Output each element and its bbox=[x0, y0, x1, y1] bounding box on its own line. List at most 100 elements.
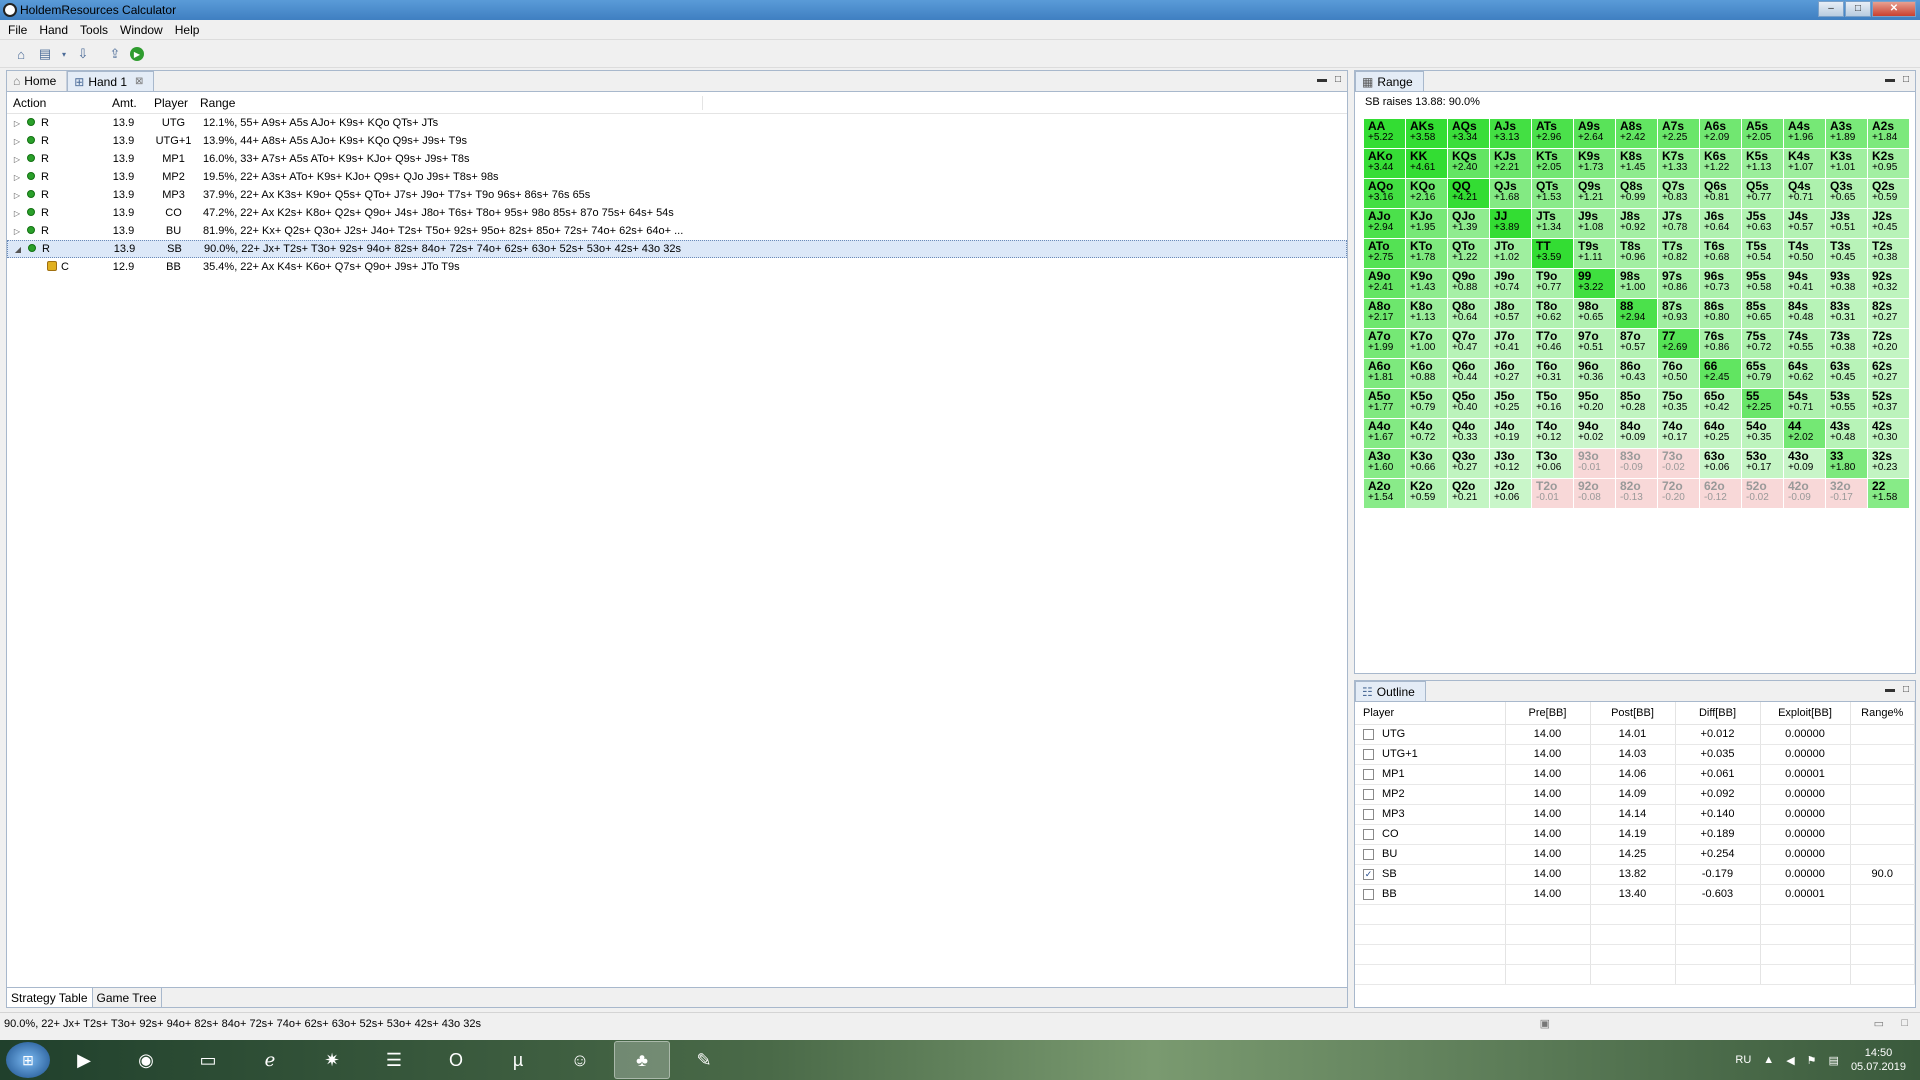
range-cell[interactable]: AQo +3.16 bbox=[1364, 179, 1406, 209]
col-player-h[interactable]: Player bbox=[1355, 702, 1506, 725]
volume-icon[interactable]: ◀ bbox=[1786, 1054, 1794, 1067]
range-cell[interactable]: A6o +1.81 bbox=[1364, 359, 1406, 389]
range-minimize-icon[interactable]: ▬ bbox=[1885, 74, 1895, 85]
range-cell[interactable]: J4o +0.19 bbox=[1490, 419, 1532, 449]
range-cell[interactable]: A8s +2.42 bbox=[1616, 119, 1658, 149]
panel-minimize-icon[interactable]: ▬ bbox=[1317, 74, 1327, 85]
chrome-icon[interactable]: ◉ bbox=[118, 1041, 174, 1079]
range-cell[interactable]: 63s +0.45 bbox=[1826, 359, 1868, 389]
range-cell[interactable]: 73s +0.38 bbox=[1826, 329, 1868, 359]
range-cell[interactable]: Q3s +0.65 bbox=[1826, 179, 1868, 209]
range-cell[interactable]: 32s +0.23 bbox=[1868, 449, 1910, 479]
outline-row[interactable]: BB 14.00 13.40 -0.603 0.00001 bbox=[1355, 884, 1915, 905]
range-cell[interactable]: JTs +1.34 bbox=[1532, 209, 1574, 239]
range-cell[interactable]: 64o +0.25 bbox=[1700, 419, 1742, 449]
range-cell[interactable]: QJo +1.39 bbox=[1448, 209, 1490, 239]
dropdown-arrow-icon[interactable]: ▾ bbox=[60, 45, 68, 63]
range-cell[interactable]: T2s +0.38 bbox=[1868, 239, 1910, 269]
range-cell[interactable]: Q4o +0.33 bbox=[1448, 419, 1490, 449]
menu-help[interactable]: Help bbox=[171, 23, 208, 37]
range-cell[interactable]: 74o +0.17 bbox=[1658, 419, 1700, 449]
holdem-calculator-icon[interactable]: ♣ bbox=[614, 1041, 670, 1079]
range-cell[interactable]: QQ +4.21 bbox=[1448, 179, 1490, 209]
range-cell[interactable]: T3o +0.06 bbox=[1532, 449, 1574, 479]
range-cell[interactable]: T7s +0.82 bbox=[1658, 239, 1700, 269]
clock[interactable]: 14:50 05.07.2019 bbox=[1851, 1046, 1906, 1074]
tab-hand-1[interactable]: ⊞ Hand 1 ⊠ bbox=[67, 71, 155, 91]
range-cell[interactable]: 64s +0.62 bbox=[1784, 359, 1826, 389]
range-cell[interactable]: A6s +2.09 bbox=[1700, 119, 1742, 149]
range-cell[interactable]: KK +4.61 bbox=[1406, 149, 1448, 179]
col-player[interactable]: Player bbox=[148, 96, 194, 110]
range-cell[interactable]: JJ +3.89 bbox=[1490, 209, 1532, 239]
new-hand-icon[interactable]: ▤ bbox=[36, 45, 54, 63]
col-amt[interactable]: Amt. bbox=[106, 96, 148, 110]
range-cell[interactable]: K8s +1.45 bbox=[1616, 149, 1658, 179]
player-checkbox[interactable] bbox=[1363, 808, 1374, 820]
range-cell[interactable]: 96s +0.73 bbox=[1700, 269, 1742, 299]
range-cell[interactable]: A2s +1.84 bbox=[1868, 119, 1910, 149]
range-cell[interactable]: J8s +0.92 bbox=[1616, 209, 1658, 239]
range-cell[interactable]: K6o +0.88 bbox=[1406, 359, 1448, 389]
range-cell[interactable]: K9o +1.43 bbox=[1406, 269, 1448, 299]
range-cell[interactable]: 53s +0.55 bbox=[1826, 389, 1868, 419]
expand-icon[interactable]: ▷ bbox=[7, 173, 27, 182]
menu-hand[interactable]: Hand bbox=[35, 23, 76, 37]
range-cell[interactable]: 87o +0.57 bbox=[1616, 329, 1658, 359]
range-cell[interactable]: 42o -0.09 bbox=[1784, 479, 1826, 509]
range-cell[interactable]: Q8o +0.64 bbox=[1448, 299, 1490, 329]
flag-icon[interactable]: ⚑ bbox=[1807, 1054, 1817, 1067]
range-cell[interactable]: AJs +3.13 bbox=[1490, 119, 1532, 149]
range-cell[interactable]: QTo +1.22 bbox=[1448, 239, 1490, 269]
range-cell[interactable]: 86s +0.80 bbox=[1700, 299, 1742, 329]
range-cell[interactable]: T8s +0.96 bbox=[1616, 239, 1658, 269]
range-cell[interactable]: K7o +1.00 bbox=[1406, 329, 1448, 359]
range-cell[interactable]: T5o +0.16 bbox=[1532, 389, 1574, 419]
range-maximize-icon[interactable]: □ bbox=[1903, 74, 1909, 85]
range-cell[interactable]: T4s +0.50 bbox=[1784, 239, 1826, 269]
range-cell[interactable]: 92o -0.08 bbox=[1574, 479, 1616, 509]
range-cell[interactable]: J6o +0.27 bbox=[1490, 359, 1532, 389]
range-cell[interactable]: T9s +1.11 bbox=[1574, 239, 1616, 269]
collapse-icon[interactable]: ◢ bbox=[8, 245, 28, 254]
range-cell[interactable]: 54s +0.71 bbox=[1784, 389, 1826, 419]
table-row[interactable]: ▷ R 13.9 MP1 16.0%, 33+ A7s+ A5s ATo+ K9s+ K… bbox=[7, 150, 1347, 168]
language-indicator[interactable]: RU bbox=[1735, 1054, 1751, 1066]
range-cell[interactable]: KJs +2.21 bbox=[1490, 149, 1532, 179]
range-cell[interactable]: 52o -0.02 bbox=[1742, 479, 1784, 509]
col-diff-h[interactable]: Diff[BB] bbox=[1675, 702, 1761, 725]
discord-icon[interactable]: ☺ bbox=[552, 1041, 608, 1079]
panel-maximize-icon[interactable]: □ bbox=[1335, 74, 1341, 85]
range-cell[interactable]: 98s +1.00 bbox=[1616, 269, 1658, 299]
close-button[interactable]: ✕ bbox=[1872, 1, 1916, 17]
range-cell[interactable]: KTs +2.05 bbox=[1532, 149, 1574, 179]
app-gear-icon[interactable]: ✷ bbox=[304, 1041, 360, 1079]
range-cell[interactable]: Q5s +0.77 bbox=[1742, 179, 1784, 209]
range-cell[interactable]: 72s +0.20 bbox=[1868, 329, 1910, 359]
range-cell[interactable]: J8o +0.57 bbox=[1490, 299, 1532, 329]
player-checkbox[interactable] bbox=[1363, 728, 1374, 740]
range-cell[interactable]: JTo +1.02 bbox=[1490, 239, 1532, 269]
outline-row[interactable]: BU 14.00 14.25 +0.254 0.00000 bbox=[1355, 844, 1915, 865]
range-cell[interactable]: 62o -0.12 bbox=[1700, 479, 1742, 509]
outline-row[interactable]: CO 14.00 14.19 +0.189 0.00000 bbox=[1355, 824, 1915, 845]
open-icon[interactable]: ⇩ bbox=[74, 45, 92, 63]
outline-minimize-icon[interactable]: ▬ bbox=[1885, 684, 1895, 695]
range-cell[interactable]: 97o +0.51 bbox=[1574, 329, 1616, 359]
outline-row[interactable]: UTG+1 14.00 14.03 +0.035 0.00000 bbox=[1355, 744, 1915, 765]
player-checkbox[interactable] bbox=[1363, 828, 1374, 840]
player-checkbox[interactable] bbox=[1363, 768, 1374, 780]
range-cell[interactable]: J6s +0.64 bbox=[1700, 209, 1742, 239]
table-row[interactable]: ◢ R 13.9 SB 90.0%, 22+ Jx+ T2s+ T3o+ 92s+ 94… bbox=[7, 240, 1347, 258]
menu-file[interactable]: File bbox=[4, 23, 35, 37]
range-cell[interactable]: Q7s +0.83 bbox=[1658, 179, 1700, 209]
range-cell[interactable]: 94o +0.02 bbox=[1574, 419, 1616, 449]
range-cell[interactable]: J2s +0.45 bbox=[1868, 209, 1910, 239]
range-cell[interactable]: 93s +0.38 bbox=[1826, 269, 1868, 299]
home-icon[interactable]: ⌂ bbox=[12, 45, 30, 63]
range-cell[interactable]: 93o -0.01 bbox=[1574, 449, 1616, 479]
range-cell[interactable]: J5s +0.63 bbox=[1742, 209, 1784, 239]
range-cell[interactable]: K3o +0.66 bbox=[1406, 449, 1448, 479]
player-checkbox[interactable] bbox=[1363, 888, 1374, 900]
range-cell[interactable]: Q6o +0.44 bbox=[1448, 359, 1490, 389]
